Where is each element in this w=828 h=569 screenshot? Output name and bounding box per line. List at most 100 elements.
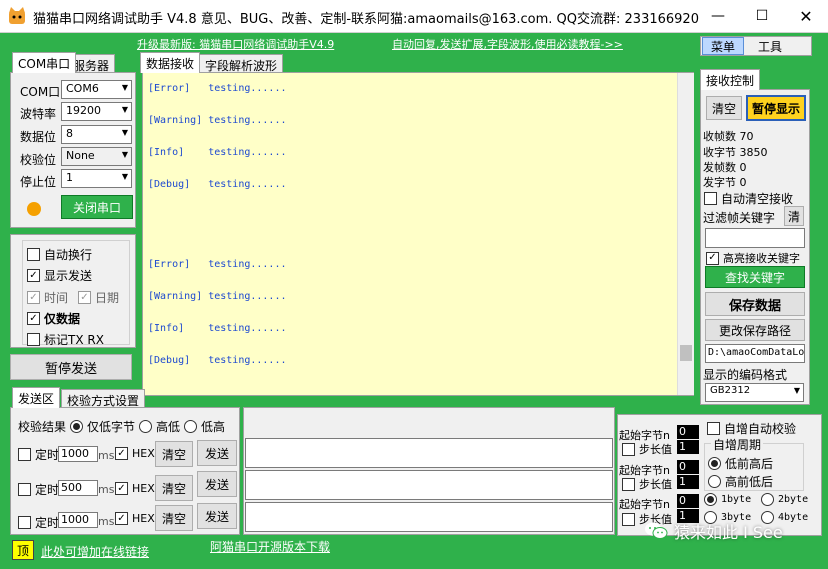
port-select[interactable]: COM6 ▼: [61, 80, 132, 99]
filter-keyword-input[interactable]: [705, 228, 805, 248]
start-byte-input[interactable]: 0: [677, 494, 699, 508]
hex-option[interactable]: ✓ HEX: [115, 447, 155, 460]
start-byte-input[interactable]: 0: [677, 460, 699, 474]
send-text-input[interactable]: [245, 470, 613, 500]
low-byte-radio[interactable]: [70, 420, 84, 433]
byte1-radio[interactable]: [704, 493, 717, 506]
send-button[interactable]: 发送: [197, 440, 237, 466]
hex-checkbox[interactable]: ✓: [115, 512, 128, 525]
pause-send-button[interactable]: 暂停发送: [10, 354, 132, 380]
clear-send-button[interactable]: 清空: [155, 475, 193, 501]
step-checkbox[interactable]: [622, 512, 635, 526]
baud-select[interactable]: 19200 ▼: [61, 102, 132, 121]
high-low-radio[interactable]: [139, 420, 153, 433]
byte2-option[interactable]: 2byte: [761, 493, 808, 506]
tab-checksum-settings[interactable]: 校验方式设置: [61, 389, 146, 408]
time-checkbox[interactable]: ✓: [27, 291, 40, 304]
hex-option[interactable]: ✓ HEX: [115, 482, 155, 495]
byte1-option[interactable]: 1byte: [704, 493, 751, 506]
auto-checksum-checkbox[interactable]: [707, 422, 720, 435]
find-keyword-button[interactable]: 查找关键字: [705, 266, 805, 288]
databits-select[interactable]: 8 ▼: [61, 125, 132, 144]
timer-checkbox[interactable]: [18, 516, 31, 529]
timer-option[interactable]: 定时: [18, 481, 59, 498]
tab-data-receive[interactable]: 数据接收: [140, 52, 201, 73]
period-label: 自增周期: [711, 436, 764, 453]
tab-com-port[interactable]: COM串口: [12, 52, 77, 73]
open-source-link[interactable]: 阿猫串口开源版本下载: [210, 538, 330, 555]
encoding-select[interactable]: GB2312 ▼: [705, 383, 804, 402]
start-byte-input[interactable]: 0: [677, 425, 699, 439]
send-button[interactable]: 发送: [197, 503, 237, 529]
high-first-radio[interactable]: [708, 457, 721, 470]
receive-scrollbar[interactable]: [677, 73, 694, 395]
show-send-option[interactable]: ✓ 显示发送: [27, 267, 92, 284]
timer-ms-input[interactable]: 1000: [58, 512, 98, 528]
auto-clear-checkbox[interactable]: [704, 192, 717, 205]
step-option[interactable]: 步长值: [622, 441, 672, 457]
data-only-checkbox[interactable]: ✓: [27, 312, 40, 325]
high-first-option[interactable]: 低前高后: [708, 455, 773, 472]
clear-send-button[interactable]: 清空: [155, 441, 193, 467]
parity-select[interactable]: None ▼: [61, 147, 132, 166]
show-send-checkbox[interactable]: ✓: [27, 269, 40, 282]
clear-receive-button[interactable]: 清空: [706, 96, 742, 120]
low-first-option[interactable]: 高前低后: [708, 473, 773, 490]
step-checkbox[interactable]: [622, 477, 635, 491]
tab-tools[interactable]: 工具: [750, 37, 790, 55]
clear-send-button[interactable]: 清空: [155, 505, 193, 531]
maximize-button[interactable]: ☐: [740, 0, 784, 32]
tab-menu[interactable]: 菜单: [702, 37, 744, 55]
step-input[interactable]: 1: [677, 440, 699, 454]
hex-option[interactable]: ✓ HEX: [115, 512, 155, 525]
send-text-input[interactable]: [245, 502, 613, 532]
step-option[interactable]: 步长值: [622, 476, 672, 492]
mark-txrx-checkbox[interactable]: [27, 333, 40, 346]
auto-checksum-option[interactable]: 自增自动校验: [707, 420, 796, 437]
save-path-field[interactable]: D:\amaoComDataLo: [705, 344, 805, 363]
low-first-radio[interactable]: [708, 475, 721, 488]
data-only-option[interactable]: ✓ 仅数据: [27, 310, 80, 327]
tutorial-link[interactable]: 自动回复,发送扩展,字段波形,使用必读教程->>: [392, 36, 623, 52]
highlight-option[interactable]: ✓ 高亮接收关键字: [706, 250, 800, 266]
mark-txrx-option[interactable]: 标记TX RX: [27, 331, 104, 348]
byte2-radio[interactable]: [761, 493, 774, 506]
step-input[interactable]: 1: [677, 475, 699, 489]
receive-text-area[interactable]: [Error] testing...... [Warning] testing.…: [142, 72, 694, 396]
low-high-radio[interactable]: [184, 420, 198, 433]
timer-checkbox[interactable]: [18, 483, 31, 496]
hex-checkbox[interactable]: ✓: [115, 482, 128, 495]
close-port-button[interactable]: 关闭串口: [61, 195, 133, 219]
online-link[interactable]: 此处可增加在线链接: [41, 543, 149, 560]
tab-field-waveform[interactable]: 字段解析波形: [199, 54, 284, 73]
timer-ms-input[interactable]: 1000: [58, 446, 98, 462]
date-checkbox[interactable]: ✓: [78, 291, 91, 304]
auto-clear-option[interactable]: 自动清空接收: [704, 190, 793, 207]
minimize-button[interactable]: —: [696, 0, 740, 32]
scrollbar-thumb[interactable]: [680, 345, 692, 361]
auto-wrap-checkbox[interactable]: [27, 248, 40, 261]
stopbits-select[interactable]: 1 ▼: [61, 169, 132, 188]
send-text-input[interactable]: [245, 438, 613, 468]
save-data-button[interactable]: 保存数据: [705, 292, 805, 316]
timer-checkbox[interactable]: [18, 448, 31, 461]
send-button[interactable]: 发送: [197, 471, 237, 497]
topmost-button[interactable]: 顶: [12, 540, 34, 560]
highlight-checkbox[interactable]: ✓: [706, 251, 719, 265]
pause-display-button[interactable]: 暂停显示: [746, 95, 806, 121]
tab-receive-control[interactable]: 接收控制: [700, 69, 761, 90]
timer-option[interactable]: 定时: [18, 446, 59, 463]
tab-send-area[interactable]: 发送区: [12, 387, 61, 408]
timer-ms-input[interactable]: 500: [58, 480, 98, 496]
step-checkbox[interactable]: [622, 442, 635, 456]
close-window-button[interactable]: ✕: [784, 0, 828, 32]
change-path-button[interactable]: 更改保存路径: [705, 319, 805, 341]
timer-option[interactable]: 定时: [18, 514, 59, 531]
log-line: [Info] testing......: [148, 323, 287, 334]
time-option[interactable]: ✓ 时间: [27, 289, 68, 306]
auto-wrap-option[interactable]: 自动换行: [27, 246, 92, 263]
date-option[interactable]: ✓ 日期: [78, 289, 119, 306]
filter-clear-button[interactable]: 清: [784, 206, 804, 226]
upgrade-link[interactable]: 升级最新版: 猫猫串口网络调试助手V4.9: [137, 36, 334, 52]
hex-checkbox[interactable]: ✓: [115, 447, 128, 460]
